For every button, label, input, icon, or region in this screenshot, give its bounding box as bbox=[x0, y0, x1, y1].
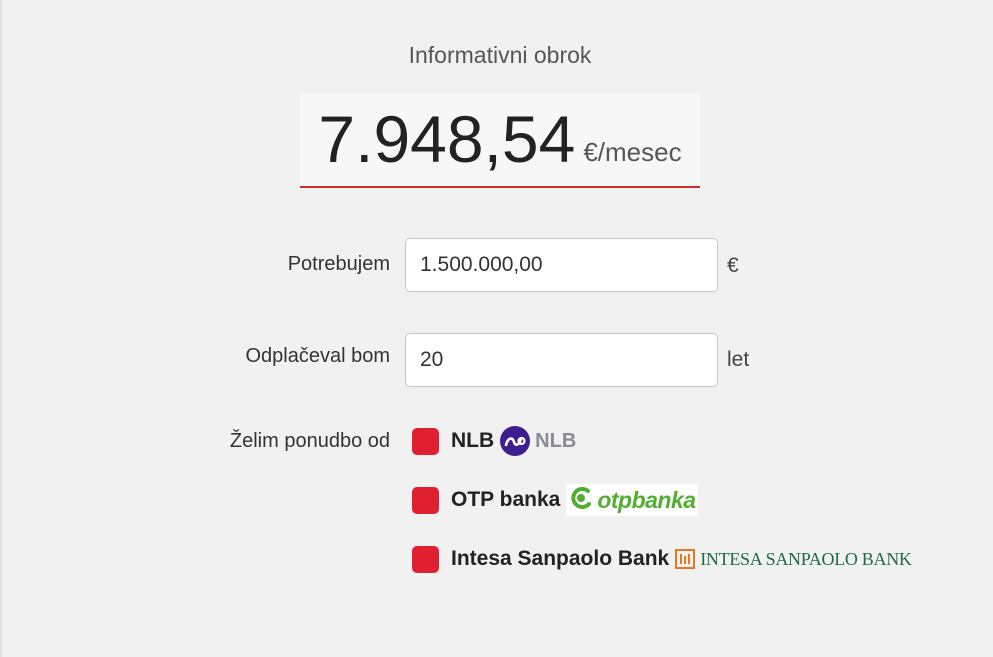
intesa-logo: INTESA SANPAOLO BANK bbox=[675, 548, 912, 570]
intesa-logo-icon bbox=[675, 549, 696, 569]
bank-name-intesa: Intesa Sanpaolo Bank bbox=[451, 547, 670, 570]
bank-name-otp: OTP banka bbox=[451, 488, 561, 511]
term-label: Odplačeval bom bbox=[245, 345, 390, 367]
monthly-payment-value: 7.948,54 bbox=[318, 102, 576, 176]
amount-label: Potrebujem bbox=[287, 253, 390, 275]
intesa-logo-text: INTESA SANPAOLO BANK bbox=[700, 548, 912, 569]
bank-option-intesa[interactable]: Intesa Sanpaolo Bank INTESA SANPAOLO BAN… bbox=[412, 544, 912, 574]
result-heading: Informativni obrok bbox=[408, 42, 592, 68]
amount-input[interactable] bbox=[405, 238, 718, 292]
otp-checkbox[interactable] bbox=[412, 486, 439, 514]
otp-logo-icon bbox=[568, 485, 594, 516]
monthly-payment-display: 7.948,54 €/mesec bbox=[300, 94, 700, 188]
left-border bbox=[0, 0, 2, 657]
otp-logo-text: otpbanka bbox=[597, 486, 696, 513]
nlb-checkbox[interactable] bbox=[412, 427, 439, 455]
nlb-logo: NLB bbox=[500, 426, 576, 456]
bank-name-nlb: NLB bbox=[451, 429, 495, 452]
bank-option-otp[interactable]: OTP banka otpbanka bbox=[412, 484, 698, 516]
otp-logo: otpbanka bbox=[566, 484, 698, 516]
offers-label: Želim ponudbo od bbox=[229, 430, 390, 452]
monthly-payment-unit: €/mesec bbox=[583, 137, 682, 167]
term-input[interactable] bbox=[405, 333, 718, 387]
amount-unit: € bbox=[727, 254, 739, 277]
nlb-logo-text: NLB bbox=[535, 429, 577, 452]
nlb-logo-icon bbox=[500, 426, 531, 456]
intesa-checkbox[interactable] bbox=[412, 545, 439, 573]
bank-option-nlb[interactable]: NLB NLB bbox=[412, 426, 576, 456]
term-unit: let bbox=[727, 348, 750, 371]
